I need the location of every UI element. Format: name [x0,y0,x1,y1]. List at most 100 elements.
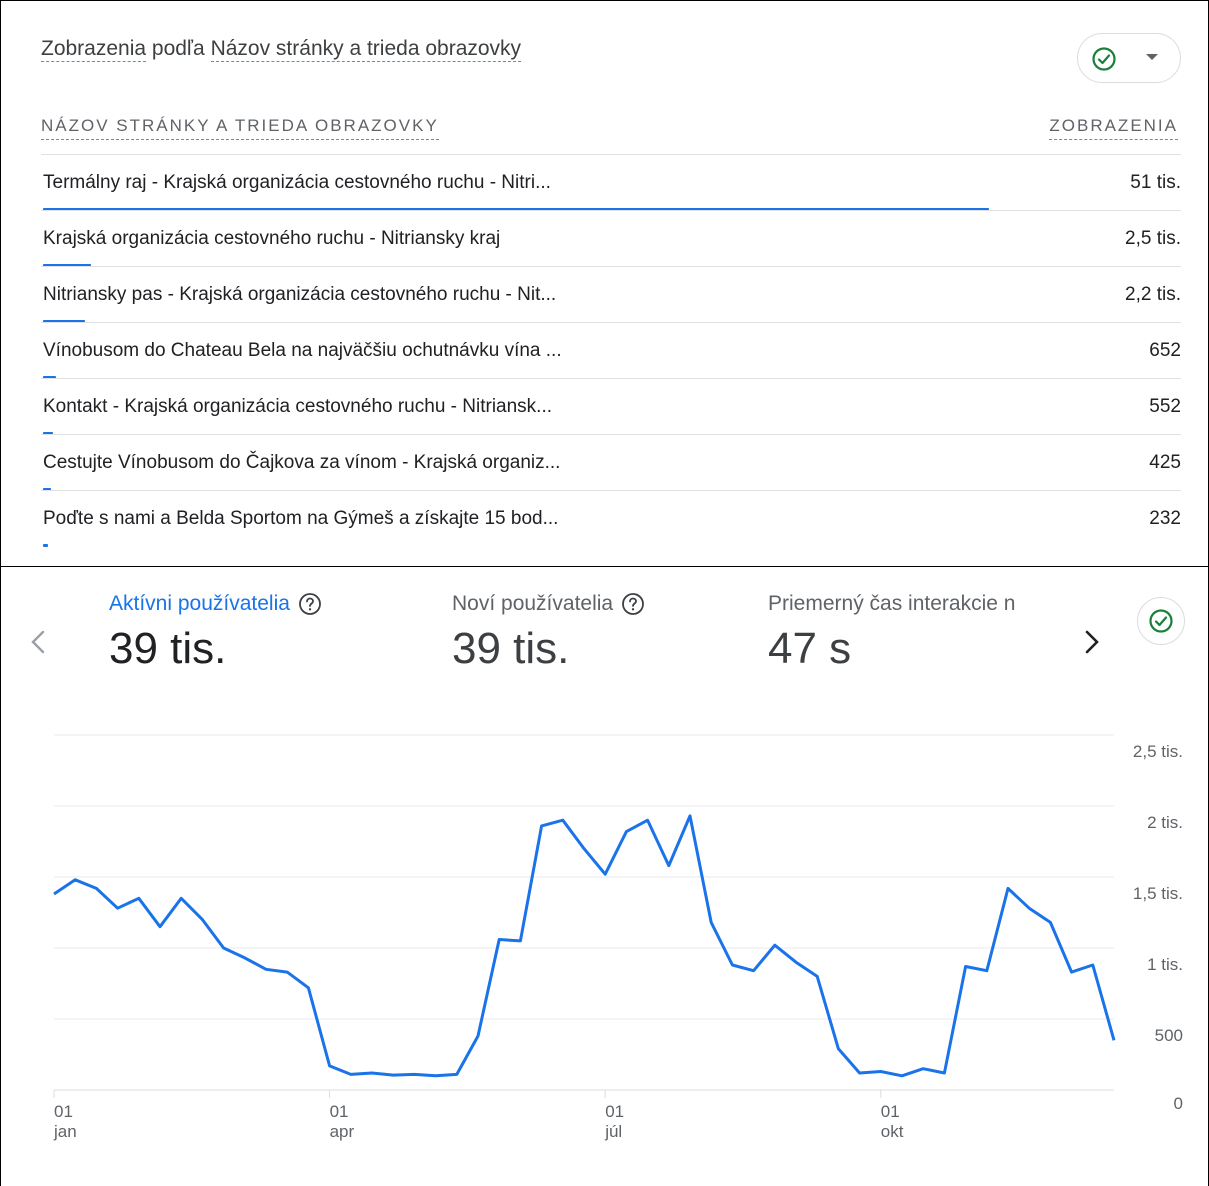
metric-label: Aktívni používatelia [109,592,290,615]
metric-tab-active-users[interactable]: Aktívni používatelia 39 tis. [109,592,322,674]
caret-down-icon [1146,54,1158,60]
metric-label: Priemerný čas interakcie n [768,592,1016,615]
data-point[interactable] [116,906,120,910]
data-point[interactable] [1112,1038,1116,1042]
data-point[interactable] [900,1074,904,1078]
metric-title[interactable]: Zobrazenia [41,37,147,62]
data-point[interactable] [328,1064,332,1068]
data-point[interactable] [434,1074,438,1078]
table-row[interactable]: Nitriansky pas - Krajská organizácia ces… [41,266,1181,323]
data-point[interactable] [964,964,968,968]
comparison-button[interactable] [1137,597,1185,645]
data-point[interactable] [730,963,734,967]
chevron-right-icon[interactable] [1083,629,1101,655]
help-icon[interactable] [621,592,645,616]
page-title-cell: Cestujte Vínobusom do Čajkova za vínom -… [43,452,561,473]
data-point[interactable] [455,1072,459,1076]
data-point[interactable] [773,943,777,947]
data-point[interactable] [73,878,77,882]
x-tick-day: 01 [330,1102,349,1121]
data-point[interactable] [497,937,501,941]
data-point[interactable] [1070,970,1074,974]
table-row[interactable]: Poďte s nami a Belda Sportom na Gýmeš a … [41,490,1181,547]
pages-table: Termálny raj - Krajská organizácia cesto… [41,154,1181,547]
page-title-cell: Vínobusom do Chateau Bela na najväčšiu o… [43,340,562,361]
series-line-active-users[interactable] [53,814,1116,1078]
y-tick-label: 2,5 tis. [1133,742,1183,761]
data-point[interactable] [879,1070,883,1074]
page-title-cell: Nitriansky pas - Krajská organizácia ces… [43,284,557,305]
data-point[interactable] [794,960,798,964]
data-point[interactable] [942,1071,946,1075]
data-point[interactable] [391,1073,395,1077]
data-point[interactable] [836,1047,840,1051]
data-point[interactable] [624,830,628,834]
data-point[interactable] [285,970,289,974]
table-row[interactable]: Kontakt - Krajská organizácia cestovného… [41,378,1181,435]
column-header-page-title[interactable]: NÁZOV STRÁNKY A TRIEDA OBRAZOVKY [41,116,439,140]
data-point[interactable] [412,1072,416,1076]
data-point[interactable] [1048,920,1052,924]
x-tick-day: 01 [881,1102,900,1121]
data-point[interactable] [540,824,544,828]
metric-label: Noví používatelia [452,592,614,615]
table-row[interactable]: Vínobusom do Chateau Bela na najväčšiu o… [41,322,1181,379]
views-cell: 425 [1149,452,1181,473]
data-point[interactable] [815,974,819,978]
data-point[interactable] [476,1034,480,1038]
x-tick-day: 01 [54,1102,73,1121]
data-point[interactable] [179,896,183,900]
data-point[interactable] [603,872,607,876]
data-point[interactable] [94,886,98,890]
check-circle-icon [1092,47,1116,71]
data-point[interactable] [709,920,713,924]
data-point[interactable] [688,814,692,818]
data-point[interactable] [52,892,56,896]
x-tick-month: apr [330,1122,355,1141]
table-row[interactable]: Krajská organizácia cestovného ruchu - N… [41,210,1181,267]
data-point[interactable] [349,1072,353,1076]
comparison-dropdown-button[interactable] [1077,33,1181,83]
data-point[interactable] [200,918,204,922]
x-tick-month: júl [604,1122,622,1141]
data-point[interactable] [646,818,650,822]
data-point[interactable] [306,986,310,990]
data-point[interactable] [667,864,671,868]
page-title-cell: Krajská organizácia cestovného ruchu - N… [43,228,501,249]
data-point[interactable] [1006,886,1010,890]
data-point[interactable] [752,969,756,973]
data-point[interactable] [243,956,247,960]
dimension-title[interactable]: Názov stránky a trieda obrazovky [210,37,522,62]
x-tick-month: okt [881,1122,904,1141]
data-point[interactable] [1027,906,1031,910]
views-cell: 652 [1149,340,1181,361]
data-point[interactable] [222,946,226,950]
metric-value: 39 tis. [452,624,570,673]
page-title-cell: Poďte s nami a Belda Sportom na Gýmeš a … [43,508,559,529]
metric-tab-new-users[interactable]: Noví používatelia 39 tis. [452,592,645,674]
help-icon[interactable] [298,592,322,616]
page-title-cell: Termálny raj - Krajská organizácia cesto… [43,172,551,193]
views-cell: 552 [1149,396,1181,417]
data-point[interactable] [1091,963,1095,967]
table-row[interactable]: Termálny raj - Krajská organizácia cesto… [41,154,1181,211]
users-overview-card: Aktívni používatelia 39 tis. Noví použív… [0,567,1209,1186]
data-point[interactable] [137,896,141,900]
data-point[interactable] [264,967,268,971]
column-header-views[interactable]: ZOBRAZENIA [1049,116,1178,140]
data-point[interactable] [518,939,522,943]
metric-value: 47 s [768,624,852,673]
active-users-line-chart: 2,5 tis.2 tis.1,5 tis.1 tis.500001jan01a… [52,734,1183,1141]
y-tick-label: 1 tis. [1147,955,1183,974]
chevron-left-icon[interactable] [29,629,47,655]
data-point[interactable] [370,1071,374,1075]
data-point[interactable] [158,925,162,929]
data-point[interactable] [921,1067,925,1071]
data-point[interactable] [561,818,565,822]
metric-tab-avg-engagement-time[interactable]: Priemerný čas interakcie n 47 s [768,592,1064,674]
data-point[interactable] [858,1071,862,1075]
title-connector: podľa [146,37,211,60]
table-row[interactable]: Cestujte Vínobusom do Čajkova za vínom -… [41,434,1181,491]
data-point[interactable] [582,847,586,851]
data-point[interactable] [985,969,989,973]
